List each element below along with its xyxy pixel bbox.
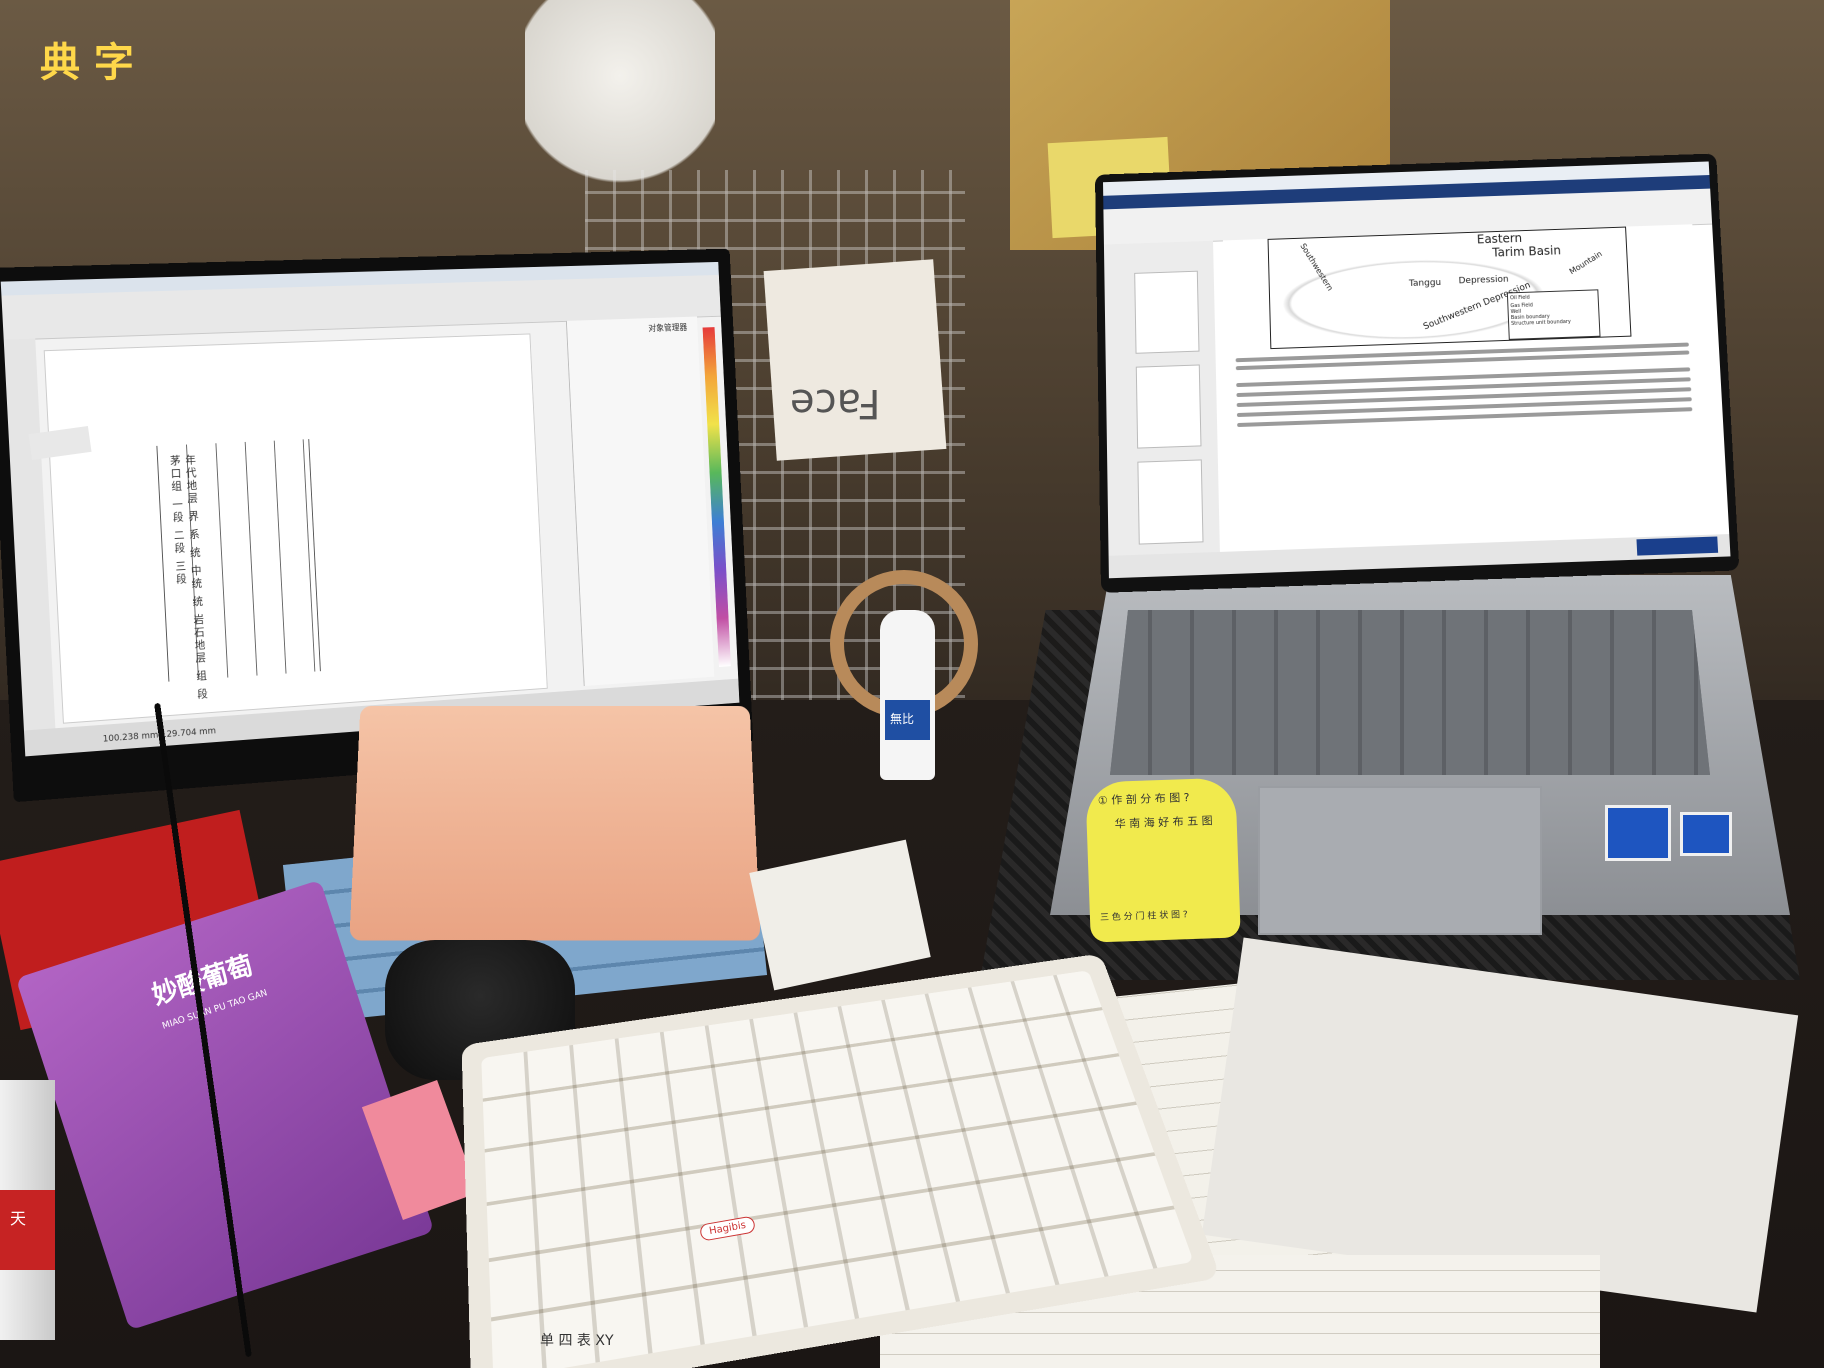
laptop-keyboard <box>1110 610 1710 775</box>
laptop-screen: Eastern Tarim Basin Tanggu Depression So… <box>1103 161 1730 578</box>
map-label-tanggu: Tanggu <box>1409 278 1442 289</box>
yellow-sticky-note: ① 作 剖 分 布 图 ? 华 南 海 好 布 五 图 三 色 分 门 柱 状 … <box>1085 777 1240 942</box>
face-box-label: Face <box>790 380 880 426</box>
desk-photo: Face 無比 年代地层 界 系 统 中统 统 岩石地层 组 段 茅口组 一段 … <box>0 0 1824 1368</box>
drawing-canvas: 年代地层 界 系 统 中统 统 岩石地层 组 段 茅口组 一段 二段 三段 <box>44 333 548 723</box>
map-label-mountain: Mountain <box>1568 249 1604 276</box>
bottle-label <box>0 1190 55 1270</box>
pdf-page: Eastern Tarim Basin Tanggu Depression So… <box>1223 224 1709 551</box>
bottle-label-text: 天 <box>4 1210 28 1226</box>
map-legend: Oil Field Gas Field Well Basin boundary … <box>1507 289 1601 340</box>
pdf-thumbnail <box>1136 364 1202 448</box>
face-box <box>764 259 947 460</box>
spray-bottle-text: 無比 <box>890 710 914 727</box>
map-label-southwestern: Southwestern <box>1298 242 1334 293</box>
pink-storage-box <box>349 706 760 941</box>
note-line-1: ① 作 剖 分 布 图 ? <box>1098 789 1190 808</box>
monitor-screen: 年代地层 界 系 统 中统 统 岩石地层 组 段 茅口组 一段 二段 三段 对象… <box>1 262 740 756</box>
map-label-tarim-basin: Tarim Basin <box>1492 243 1561 259</box>
laptop-touchpad <box>1258 786 1542 935</box>
laptop-sticker-intel <box>1680 812 1732 856</box>
spray-bottle <box>880 610 935 780</box>
object-manager-panel <box>566 317 714 687</box>
tarim-basin-map: Eastern Tarim Basin Tanggu Depression So… <box>1268 227 1632 350</box>
tissue <box>525 0 715 190</box>
map-label-depression: Depression <box>1458 275 1508 287</box>
red-book-title: 典 字 <box>40 30 134 88</box>
pdf-thumbnails-panel <box>1104 241 1220 556</box>
pdf-thumbnail <box>1134 271 1199 354</box>
object-manager-title: 对象管理器 <box>648 321 687 334</box>
notebook-handwriting: 单 四 表 XY <box>540 1330 614 1350</box>
laptop-screen-bezel: Eastern Tarim Basin Tanggu Depression So… <box>1095 153 1739 592</box>
pdf-thumbnail <box>1137 459 1203 544</box>
laptop-sticker-wireless <box>1605 805 1671 861</box>
pdf-text-line <box>1438 407 1693 420</box>
pdf-badge <box>1636 536 1718 555</box>
note-line-2: 华 南 海 好 布 五 图 <box>1114 812 1212 831</box>
note-line-3: 三 色 分 门 柱 状 图 ? <box>1100 907 1188 923</box>
